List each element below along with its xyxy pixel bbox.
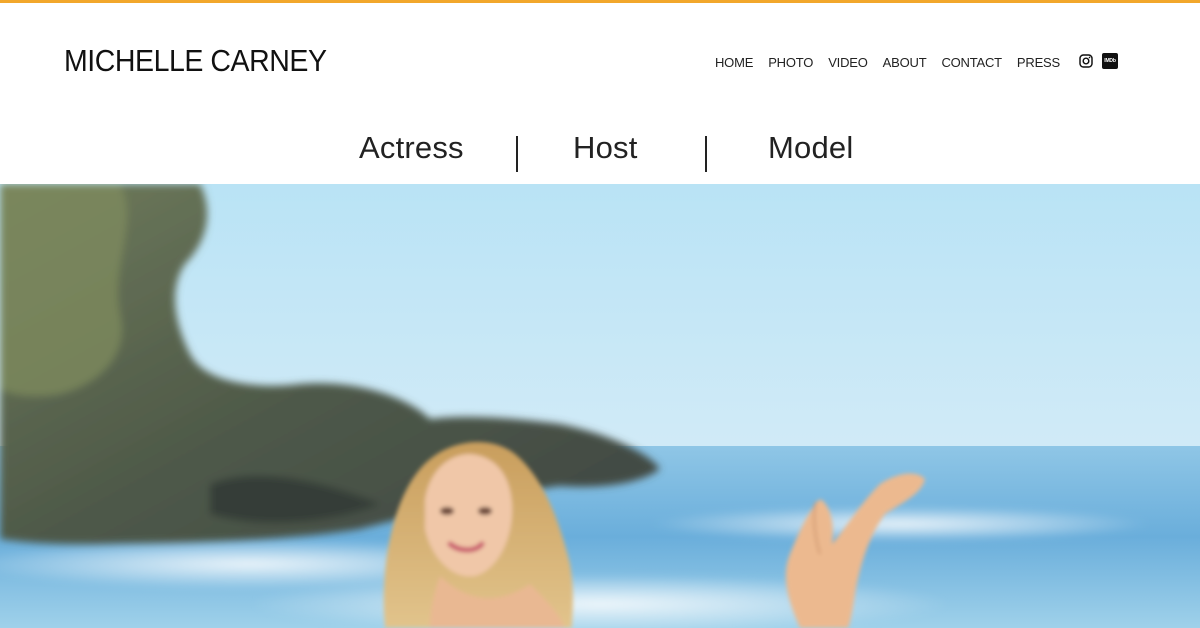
social-links: IMDb	[1078, 53, 1118, 69]
beach-photo	[0, 184, 1200, 628]
role-divider	[705, 136, 707, 172]
nav-contact[interactable]: CONTACT	[941, 55, 1002, 70]
role-divider	[516, 136, 518, 172]
nav-home[interactable]: HOME	[715, 55, 753, 70]
main-nav: HOME PHOTO VIDEO ABOUT CONTACT PRESS	[700, 55, 1060, 70]
nav-video[interactable]: VIDEO	[828, 55, 868, 70]
site-title[interactable]: MICHELLE CARNEY	[64, 43, 327, 79]
instagram-icon[interactable]	[1078, 53, 1094, 69]
imdb-icon[interactable]: IMDb	[1102, 53, 1118, 69]
nav-photo[interactable]: PHOTO	[768, 55, 813, 70]
nav-about[interactable]: ABOUT	[883, 55, 927, 70]
role-host: Host	[573, 130, 638, 165]
role-actress: Actress	[359, 130, 464, 165]
roles-bar: Actress Host Model	[0, 130, 1200, 180]
role-model: Model	[768, 130, 854, 165]
nav-press[interactable]: PRESS	[1017, 55, 1060, 70]
hero-image	[0, 184, 1200, 628]
